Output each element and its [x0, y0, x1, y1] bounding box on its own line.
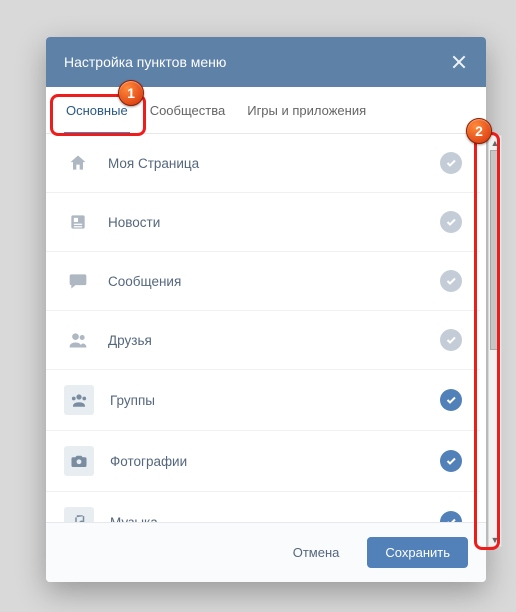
toggle-checkmark[interactable] [440, 450, 462, 472]
tab-bar: Основные Сообщества Игры и приложения [46, 87, 486, 134]
scroll-down-icon[interactable]: ▼ [489, 533, 501, 546]
list-item[interactable]: Фотографии [46, 431, 480, 492]
list-item[interactable]: Друзья [46, 311, 480, 370]
music-icon [64, 507, 94, 522]
home-icon [64, 149, 92, 177]
save-button[interactable]: Сохранить [367, 537, 468, 568]
toggle-checkmark[interactable] [440, 211, 462, 233]
list-item-label: Друзья [108, 333, 424, 348]
modal-header: Настройка пунктов меню [46, 37, 486, 87]
news-icon [64, 208, 92, 236]
list-item[interactable]: Сообщения [46, 252, 480, 311]
tab-main[interactable]: Основные [64, 87, 130, 134]
list-item-label: Группы [110, 393, 424, 408]
cancel-button[interactable]: Отмена [275, 537, 358, 568]
toggle-checkmark[interactable] [440, 511, 462, 522]
messages-icon [64, 267, 92, 295]
scrollbar-thumb[interactable] [490, 150, 500, 350]
toggle-checkmark[interactable] [440, 329, 462, 351]
modal-title: Настройка пунктов меню [64, 54, 226, 70]
toggle-checkmark[interactable] [440, 389, 462, 411]
list-item-label: Сообщения [108, 274, 424, 289]
menu-settings-modal: Настройка пунктов меню Основные Сообщест… [46, 37, 486, 582]
list-item[interactable]: Группы [46, 370, 480, 431]
modal-footer: Отмена Сохранить [46, 522, 486, 582]
list-item[interactable]: Моя Страница [46, 134, 480, 193]
toggle-checkmark[interactable] [440, 152, 462, 174]
photos-icon [64, 446, 94, 476]
scroll-up-icon[interactable]: ▲ [489, 136, 501, 149]
tab-communities[interactable]: Сообщества [148, 87, 228, 134]
list-item-label: Новости [108, 215, 424, 230]
groups-icon [64, 385, 94, 415]
tab-games-apps[interactable]: Игры и приложения [245, 87, 368, 134]
list-item-label: Фотографии [110, 454, 424, 469]
toggle-checkmark[interactable] [440, 270, 462, 292]
list-item-label: Моя Страница [108, 156, 424, 171]
scrollbar[interactable]: ▲ ▼ [488, 135, 502, 547]
close-icon[interactable] [450, 53, 468, 71]
list-item[interactable]: Новости [46, 193, 480, 252]
friends-icon [64, 326, 92, 354]
list-item-label: Музыка [110, 515, 424, 523]
menu-items-list[interactable]: Моя Страница Новости Сообщения [46, 134, 486, 522]
list-item[interactable]: Музыка [46, 492, 480, 522]
